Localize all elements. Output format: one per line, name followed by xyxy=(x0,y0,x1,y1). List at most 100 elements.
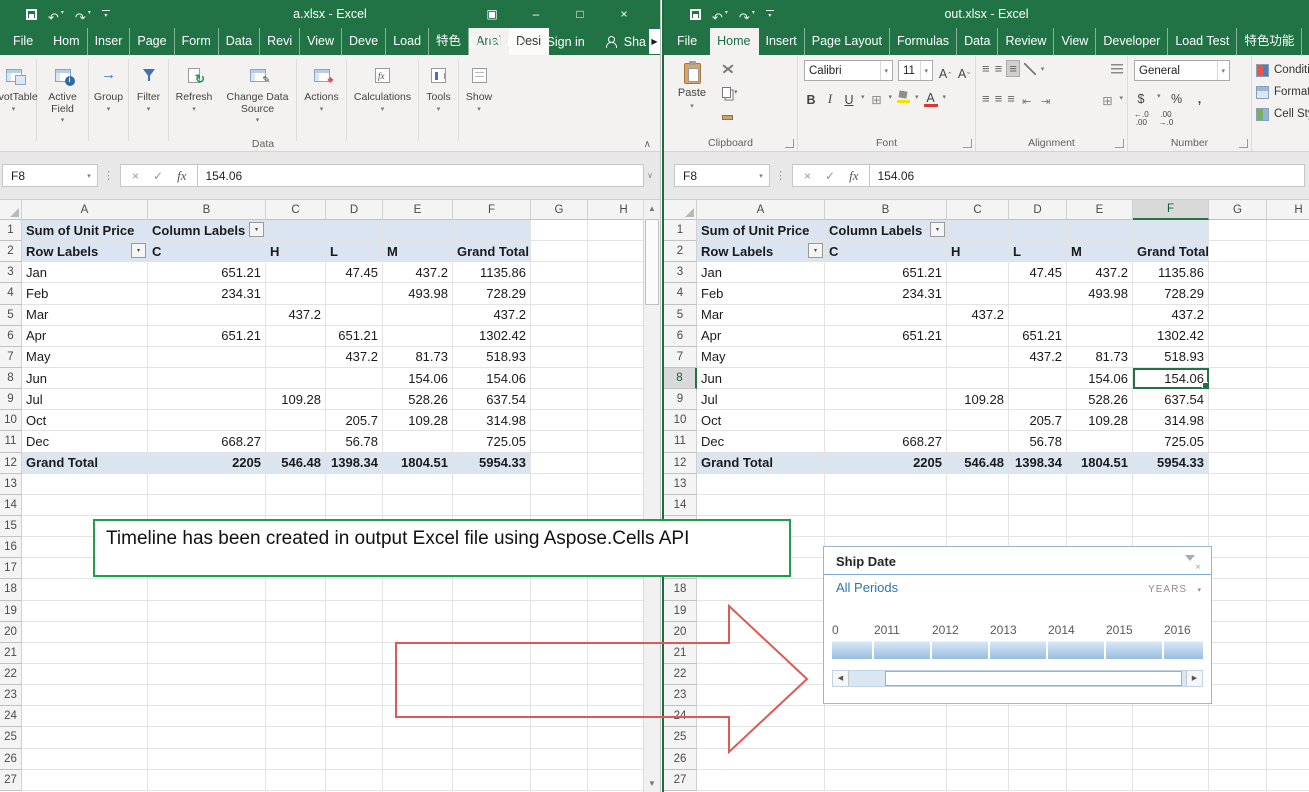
tab-revi[interactable]: Revi xyxy=(260,28,300,55)
cell-a1[interactable]: Sum of Unit Price xyxy=(22,220,148,241)
cell-g7[interactable] xyxy=(1209,347,1267,368)
cell-c10[interactable] xyxy=(947,410,1009,431)
cell-g24[interactable] xyxy=(1209,706,1267,727)
row-header-7[interactable]: 7 xyxy=(664,347,697,368)
row-header-13[interactable]: 13 xyxy=(0,474,22,495)
cell-a14[interactable] xyxy=(22,495,148,516)
cell-c11[interactable] xyxy=(947,431,1009,452)
tab-load[interactable]: Load xyxy=(386,28,429,55)
cell-d3[interactable]: 47.45 xyxy=(326,262,383,283)
tab-特色[interactable]: 特色 xyxy=(429,28,469,55)
cell-e14[interactable] xyxy=(1067,495,1133,516)
tab-view[interactable]: View xyxy=(1054,28,1096,55)
cell-e21[interactable] xyxy=(383,643,453,664)
column-header-e[interactable]: E xyxy=(1067,200,1133,220)
cell-c14[interactable] xyxy=(266,495,326,516)
timeline-bar-segment[interactable] xyxy=(1048,641,1104,659)
cell-f27[interactable] xyxy=(1133,770,1209,791)
underline-dropdown-icon[interactable]: ▾ xyxy=(861,93,865,101)
cell-h7[interactable] xyxy=(1267,347,1309,368)
cell-g11[interactable] xyxy=(1209,431,1267,452)
cell-d11[interactable]: 56.78 xyxy=(326,431,383,452)
cell-c4[interactable] xyxy=(947,283,1009,304)
change-data-source-dropdown-icon[interactable]: ▾ xyxy=(256,115,260,127)
cell-f26[interactable] xyxy=(453,749,531,770)
cell-c12[interactable]: 546.48 xyxy=(266,453,326,474)
cell-c9[interactable]: 109.28 xyxy=(266,389,326,410)
cell-d12[interactable]: 1398.34 xyxy=(1009,453,1067,474)
cell-d24[interactable] xyxy=(1009,706,1067,727)
formula-input[interactable]: 154.06 xyxy=(198,164,644,187)
cell-a13[interactable] xyxy=(697,474,825,495)
increase-font-button[interactable]: A xyxy=(938,61,952,81)
cell-h10[interactable] xyxy=(1267,410,1309,431)
align-right-button[interactable]: ≡ xyxy=(1007,92,1015,105)
cell-a26[interactable] xyxy=(697,749,825,770)
cell-b21[interactable] xyxy=(148,643,266,664)
cell-a3[interactable]: Jan xyxy=(697,262,825,283)
cell-a4[interactable]: Feb xyxy=(697,283,825,304)
cell-e6[interactable] xyxy=(1067,326,1133,347)
cell-a10[interactable]: Oct xyxy=(22,410,148,431)
accounting-dropdown-icon[interactable]: ▾ xyxy=(1157,92,1161,100)
timeline-scroll-left-icon[interactable]: ◀ xyxy=(833,671,849,686)
orientation-dropdown-icon[interactable]: ▾ xyxy=(1041,65,1045,73)
align-left-button[interactable]: ≡ xyxy=(982,92,990,105)
cell-a12[interactable]: Grand Total xyxy=(697,453,825,474)
cell-g8[interactable] xyxy=(1209,368,1267,389)
tab-view[interactable]: View xyxy=(300,28,342,55)
cell-a7[interactable]: May xyxy=(697,347,825,368)
row-header-4[interactable]: 4 xyxy=(664,283,697,304)
formula-bar-grip[interactable]: ⋮ xyxy=(775,169,787,182)
tab-scroll-arrow[interactable]: ▶ xyxy=(649,29,660,54)
row-header-22[interactable]: 22 xyxy=(0,664,22,685)
cell-h18[interactable] xyxy=(1267,579,1309,600)
font-size-dropdown-icon[interactable]: ▾ xyxy=(920,61,928,80)
cell-h26[interactable] xyxy=(1267,749,1309,770)
cell-g19[interactable] xyxy=(531,601,588,622)
cell-e27[interactable] xyxy=(1067,770,1133,791)
cell-c11[interactable] xyxy=(266,431,326,452)
row-header-10[interactable]: 10 xyxy=(664,410,697,431)
cell-g3[interactable] xyxy=(1209,262,1267,283)
cell-c19[interactable] xyxy=(266,601,326,622)
cell-d20[interactable] xyxy=(326,622,383,643)
cell-h17[interactable] xyxy=(1267,558,1309,579)
cell-h27[interactable] xyxy=(1267,770,1309,791)
cell-g25[interactable] xyxy=(531,727,588,748)
cell-e9[interactable]: 528.26 xyxy=(1067,389,1133,410)
cell-e6[interactable] xyxy=(383,326,453,347)
cell-f9[interactable]: 637.54 xyxy=(1133,389,1209,410)
font-name-combo[interactable]: Calibri▾ xyxy=(804,60,893,81)
cell-c2[interactable]: H xyxy=(947,241,1009,262)
cell-a24[interactable] xyxy=(22,706,148,727)
cell-a18[interactable] xyxy=(697,579,825,600)
name-box[interactable]: F8 ▾ xyxy=(2,164,98,187)
cell-a8[interactable]: Jun xyxy=(22,368,148,389)
group-button[interactable]: →Group▾ xyxy=(89,59,129,141)
cell-f14[interactable] xyxy=(453,495,531,516)
cell-g11[interactable] xyxy=(531,431,588,452)
cell-b24[interactable] xyxy=(825,706,947,727)
cell-e12[interactable]: 1804.51 xyxy=(1067,453,1133,474)
cell-a2[interactable]: Row Labels▾ xyxy=(22,241,148,262)
cell-d15[interactable] xyxy=(1009,516,1067,537)
refresh-button[interactable]: Refresh▾ xyxy=(169,59,219,141)
cell-a9[interactable]: Jul xyxy=(22,389,148,410)
cell-f5[interactable]: 437.2 xyxy=(1133,305,1209,326)
cell-c23[interactable] xyxy=(266,685,326,706)
cell-b10[interactable] xyxy=(825,410,947,431)
row-header-5[interactable]: 5 xyxy=(664,305,697,326)
cell-e26[interactable] xyxy=(1067,749,1133,770)
cell-g10[interactable] xyxy=(531,410,588,431)
cell-g25[interactable] xyxy=(1209,727,1267,748)
row-header-10[interactable]: 10 xyxy=(0,410,22,431)
select-all-corner[interactable] xyxy=(664,200,697,220)
row-header-20[interactable]: 20 xyxy=(664,622,697,643)
tab-hom[interactable]: Hom xyxy=(46,28,87,55)
tab-form[interactable]: Form xyxy=(175,28,219,55)
cell-a7[interactable]: May xyxy=(22,347,148,368)
cell-b24[interactable] xyxy=(148,706,266,727)
cell-h1[interactable] xyxy=(1267,220,1309,241)
cell-b4[interactable]: 234.31 xyxy=(148,283,266,304)
